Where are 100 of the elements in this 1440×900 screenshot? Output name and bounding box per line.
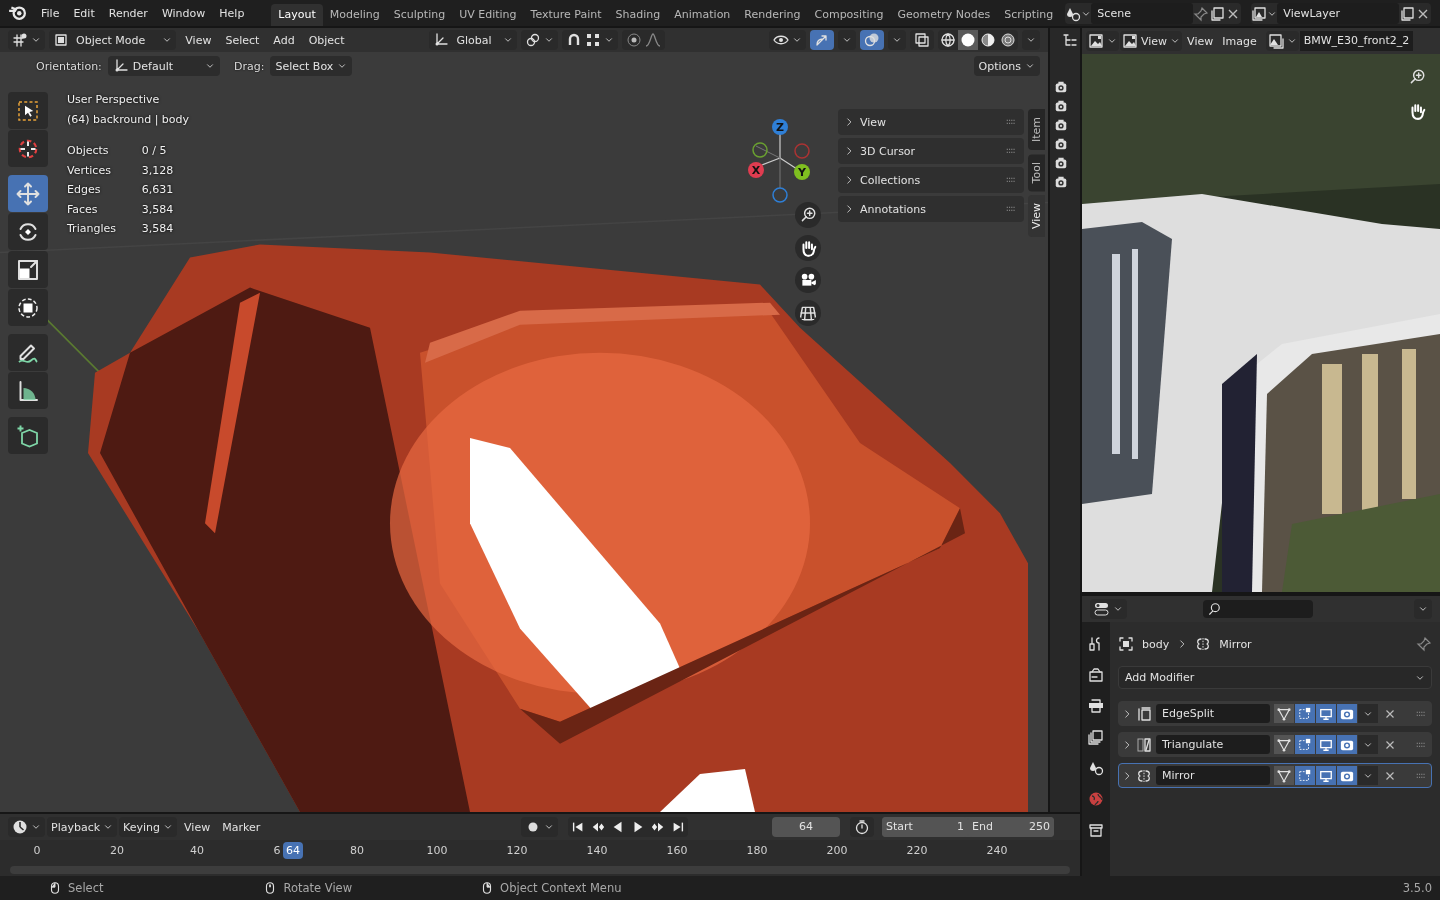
workspace-tab[interactable]: Animation: [667, 4, 738, 26]
menu-item[interactable]: Object: [303, 33, 350, 47]
modifier-toggle[interactable]: [1274, 766, 1294, 785]
sidebar-tab[interactable]: Item: [1028, 109, 1045, 151]
playhead[interactable]: 64: [282, 842, 303, 859]
menu-item[interactable]: Image: [1218, 34, 1261, 48]
blender-logo-icon[interactable]: [8, 3, 26, 21]
printer-icon[interactable]: [1088, 698, 1104, 714]
camera-icon[interactable]: [1054, 118, 1068, 132]
search-field[interactable]: [1203, 600, 1313, 618]
scene-icon[interactable]: [1088, 760, 1104, 776]
pivot-dropdown[interactable]: [520, 30, 558, 50]
proportional-button[interactable]: [621, 30, 665, 50]
axis-handle[interactable]: Y: [794, 164, 810, 180]
workspace-tab[interactable]: UV Editing: [452, 4, 524, 26]
menu-dropdown[interactable]: Playback: [47, 817, 118, 837]
modifier-name-field[interactable]: Mirror: [1156, 766, 1270, 785]
gizmo-toggle[interactable]: [810, 30, 834, 50]
drag-dropdown[interactable]: Select Box: [270, 56, 353, 76]
tool-button[interactable]: [8, 334, 48, 371]
tool-button[interactable]: [8, 130, 48, 167]
view-layer-selector[interactable]: ViewLayer: [1251, 3, 1432, 24]
visibility-dropdown[interactable]: [769, 30, 806, 50]
frame-field[interactable]: 64: [772, 817, 840, 837]
xray-toggle[interactable]: [910, 30, 934, 50]
options-dropdown[interactable]: Options: [973, 56, 1040, 76]
tool-button[interactable]: [8, 372, 48, 409]
overlays-toggle[interactable]: [860, 30, 884, 50]
menu-item[interactable]: Add: [268, 33, 300, 47]
workspace-tab[interactable]: Rendering: [737, 4, 808, 26]
copy-icon[interactable]: [1209, 5, 1226, 22]
modifier-name-field[interactable]: Triangulate: [1156, 735, 1270, 754]
workspace-tab[interactable]: Layout: [271, 4, 323, 26]
hand-icon[interactable]: [1408, 102, 1426, 120]
editor-type-button[interactable]: [8, 30, 45, 50]
mode-dropdown[interactable]: Object Mode: [49, 30, 177, 50]
menu-item[interactable]: View: [179, 820, 216, 834]
camera-icon[interactable]: [1054, 137, 1068, 151]
shading-mode-button[interactable]: [978, 30, 998, 50]
tool-button[interactable]: [8, 289, 48, 326]
render-icon[interactable]: [1088, 667, 1104, 683]
menu-item[interactable]: Window: [154, 7, 213, 26]
sidebar-tab[interactable]: Tool: [1028, 154, 1045, 192]
editor-type-button[interactable]: [1086, 31, 1119, 51]
modifier-toggle[interactable]: [1274, 704, 1294, 723]
modifier-toggle[interactable]: [1337, 766, 1357, 785]
modifier-toggle[interactable]: [1295, 704, 1315, 723]
modifier-toggle[interactable]: [1337, 735, 1357, 754]
menu-item[interactable]: View: [1183, 34, 1218, 48]
shading-mode-button[interactable]: [938, 30, 958, 50]
chevron-icon[interactable]: [1122, 739, 1132, 750]
menu-item[interactable]: Help: [212, 7, 252, 26]
shading-mode-button[interactable]: [998, 30, 1018, 50]
modifier-toggle[interactable]: [1316, 766, 1336, 785]
menu-item[interactable]: Edit: [66, 7, 102, 26]
orientation-dropdown[interactable]: Default: [107, 56, 220, 76]
menu-item[interactable]: Select: [220, 33, 265, 47]
tool-button[interactable]: [8, 417, 48, 454]
menu-item[interactable]: Render: [101, 7, 155, 26]
workspace-tab[interactable]: Geometry Nodes: [890, 4, 998, 26]
preview-range-button[interactable]: [850, 817, 874, 837]
tool-button[interactable]: [8, 251, 48, 288]
axis-handle[interactable]: Z: [772, 119, 788, 135]
snap-button[interactable]: [561, 30, 618, 50]
modifier-panel[interactable]: Triangulate: [1118, 732, 1432, 757]
workspace-tab[interactable]: Compositing: [807, 4, 891, 26]
globe-icon[interactable]: [1088, 791, 1104, 807]
pin-icon[interactable]: [1193, 5, 1210, 22]
panel-header[interactable]: View: [838, 109, 1024, 135]
editor-type-button[interactable]: [1090, 599, 1127, 619]
modifier-toggle[interactable]: [1316, 704, 1336, 723]
image-name-field[interactable]: BMW_E30_front2_2: [1299, 31, 1414, 51]
menu-item[interactable]: Marker: [217, 820, 266, 834]
breadcrumb-item[interactable]: body: [1142, 637, 1170, 651]
tool-button[interactable]: [8, 213, 48, 250]
scene-selector[interactable]: Scene: [1065, 3, 1242, 24]
axis-handle[interactable]: X: [748, 162, 764, 178]
sidebar-tab[interactable]: View: [1028, 195, 1045, 238]
camera-icon[interactable]: [1054, 175, 1068, 189]
panel-header[interactable]: 3D Cursor: [838, 138, 1024, 164]
panel-header[interactable]: Annotations: [838, 196, 1024, 222]
modifier-toggle[interactable]: [1274, 735, 1294, 754]
archive-icon[interactable]: [1088, 822, 1104, 838]
panel-header[interactable]: Collections: [838, 167, 1024, 193]
camera-icon[interactable]: [1054, 99, 1068, 113]
shading-mode-button[interactable]: [958, 30, 978, 50]
modifier-name-field[interactable]: EdgeSplit: [1156, 704, 1270, 723]
scene-name[interactable]: Scene: [1091, 3, 1194, 24]
pin-icon[interactable]: [1416, 636, 1432, 652]
workspace-tab[interactable]: Scripting: [997, 4, 1060, 26]
breadcrumb-item[interactable]: Mirror: [1219, 637, 1252, 651]
view-layer-name[interactable]: ViewLayer: [1277, 3, 1400, 24]
menu-item[interactable]: File: [34, 7, 67, 26]
menu-item[interactable]: View: [180, 33, 217, 47]
modifier-toggle[interactable]: [1337, 704, 1357, 723]
orientation-dropdown[interactable]: Global: [429, 30, 517, 50]
auto-key-button[interactable]: [521, 817, 559, 837]
workspace-tab[interactable]: Sculpting: [386, 4, 453, 26]
camera-icon[interactable]: [1054, 80, 1068, 94]
workspace-tab[interactable]: Texture Paint: [523, 4, 609, 26]
